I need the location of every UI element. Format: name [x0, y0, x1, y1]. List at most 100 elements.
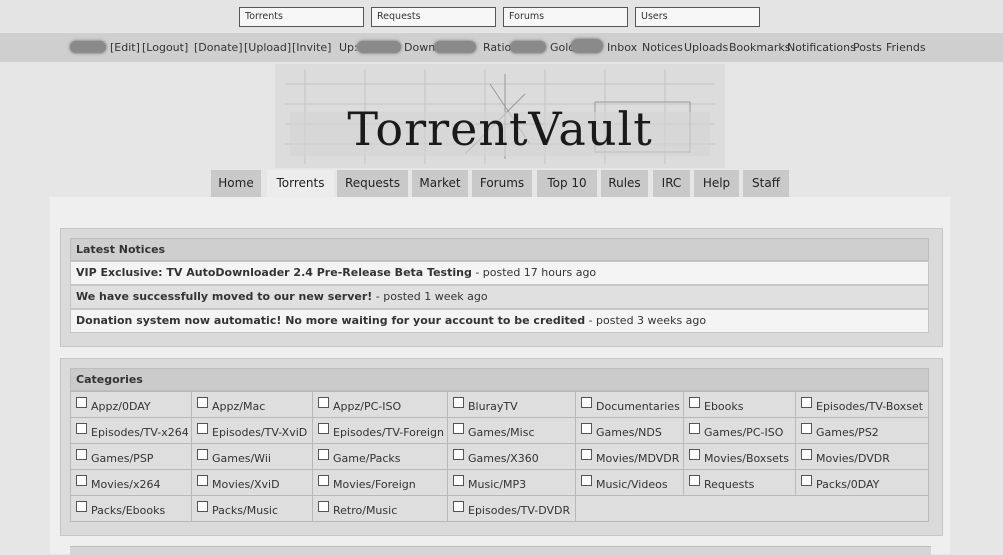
category-item[interactable]: Movies/DVDR — [796, 444, 929, 470]
category-item[interactable]: Games/PS2 — [796, 418, 929, 444]
category-item[interactable]: Appz/PC-ISO — [313, 392, 448, 418]
category-item[interactable]: Movies/Foreign — [313, 470, 448, 496]
category-item[interactable]: Episodes/TV-Foreign — [313, 418, 448, 444]
category-checkbox[interactable] — [76, 423, 87, 434]
category-checkbox[interactable] — [318, 449, 329, 460]
tab-top-10[interactable]: Top 10 — [537, 170, 597, 197]
tab-home[interactable]: Home — [211, 170, 261, 197]
category-checkbox[interactable] — [453, 397, 464, 408]
category-checkbox[interactable] — [76, 475, 87, 486]
category-item[interactable]: Games/PC-ISO — [684, 418, 796, 444]
category-item[interactable]: Games/PSP — [71, 444, 192, 470]
category-item[interactable]: Appz/0DAY — [71, 392, 192, 418]
notice-title[interactable]: We have successfully moved to our new se… — [76, 290, 372, 303]
bookmarks-link[interactable]: Bookmarks — [729, 41, 790, 54]
category-item[interactable]: Games/Wii — [192, 444, 313, 470]
tab-torrents[interactable]: Torrents — [267, 170, 334, 198]
category-item[interactable]: Episodes/TV-x264 — [71, 418, 192, 444]
category-item[interactable]: Packs/Music — [192, 496, 313, 522]
edit-link[interactable]: [Edit] — [110, 41, 140, 54]
category-item[interactable]: Episodes/TV-Boxset — [796, 392, 929, 418]
tab-staff[interactable]: Staff — [743, 170, 789, 197]
category-checkbox[interactable] — [801, 423, 812, 434]
category-item[interactable]: Retro/Music — [313, 496, 448, 522]
category-checkbox[interactable] — [581, 449, 592, 460]
category-checkbox[interactable] — [581, 423, 592, 434]
category-checkbox[interactable] — [581, 397, 592, 408]
tab-market[interactable]: Market — [412, 170, 468, 197]
upload-link[interactable]: [Upload] — [244, 41, 291, 54]
tab-requests[interactable]: Requests — [337, 170, 408, 197]
category-item[interactable]: Games/Misc — [448, 418, 576, 444]
category-checkbox[interactable] — [689, 475, 700, 486]
category-item[interactable]: Games/NDS — [576, 418, 684, 444]
search-requests-input[interactable]: Requests — [371, 7, 496, 27]
search-torrents-input[interactable]: Torrents — [239, 7, 364, 27]
notices-link[interactable]: Notices — [642, 41, 683, 54]
tab-help[interactable]: Help — [694, 170, 739, 197]
category-checkbox[interactable] — [453, 501, 464, 512]
notifications-link[interactable]: Notifications — [787, 41, 856, 54]
donate-link[interactable]: [Donate] — [194, 41, 243, 54]
category-item[interactable]: Ebooks — [684, 392, 796, 418]
category-checkbox[interactable] — [689, 449, 700, 460]
category-item[interactable]: Games/X360 — [448, 444, 576, 470]
category-checkbox[interactable] — [76, 397, 87, 408]
category-item[interactable]: Movies/XviD — [192, 470, 313, 496]
category-checkbox[interactable] — [76, 449, 87, 460]
search-users-input[interactable]: Users — [635, 7, 760, 27]
category-checkbox[interactable] — [318, 501, 329, 512]
tab-rules[interactable]: Rules — [601, 170, 648, 197]
category-item[interactable]: Game/Packs — [313, 444, 448, 470]
category-checkbox[interactable] — [801, 397, 812, 408]
category-checkbox[interactable] — [197, 501, 208, 512]
category-checkbox[interactable] — [453, 449, 464, 460]
category-item[interactable]: Movies/MDVDR — [576, 444, 684, 470]
notices-heading: Latest Notices — [70, 238, 929, 261]
notice-item[interactable]: We have successfully moved to our new se… — [70, 285, 929, 309]
category-checkbox[interactable] — [318, 423, 329, 434]
category-checkbox[interactable] — [318, 397, 329, 408]
invite-link[interactable]: [Invite] — [292, 41, 331, 54]
category-checkbox[interactable] — [453, 475, 464, 486]
category-checkbox[interactable] — [689, 397, 700, 408]
category-checkbox[interactable] — [76, 501, 87, 512]
search-forums-input[interactable]: Forums — [503, 7, 628, 27]
category-item[interactable]: Documentaries — [576, 392, 684, 418]
category-item[interactable]: Requests — [684, 470, 796, 496]
notice-item[interactable]: VIP Exclusive: TV AutoDownloader 2.4 Pre… — [70, 261, 929, 285]
category-item[interactable]: Episodes/TV-DVDR — [448, 496, 576, 522]
category-checkbox[interactable] — [689, 423, 700, 434]
friends-link[interactable]: Friends — [886, 41, 926, 54]
inbox-link[interactable]: Inbox — [607, 41, 637, 54]
category-item[interactable]: Appz/Mac — [192, 392, 313, 418]
category-checkbox[interactable] — [581, 475, 592, 486]
notice-title[interactable]: Donation system now automatic! No more w… — [76, 314, 585, 327]
category-checkbox[interactable] — [197, 475, 208, 486]
category-checkbox[interactable] — [197, 397, 208, 408]
category-checkbox[interactable] — [318, 475, 329, 486]
category-item[interactable]: Packs/0DAY — [796, 470, 929, 496]
notice-posted-time: - posted 17 hours ago — [471, 266, 597, 279]
notice-title[interactable]: VIP Exclusive: TV AutoDownloader 2.4 Pre… — [76, 266, 472, 279]
category-item[interactable]: Packs/Ebooks — [71, 496, 192, 522]
category-item[interactable]: BlurayTV — [448, 392, 576, 418]
site-logo[interactable]: TorrentVault — [275, 64, 725, 168]
category-checkbox[interactable] — [197, 423, 208, 434]
tab-forums[interactable]: Forums — [472, 170, 532, 197]
category-checkbox[interactable] — [197, 449, 208, 460]
logout-link[interactable]: [Logout] — [142, 41, 188, 54]
category-checkbox[interactable] — [453, 423, 464, 434]
uploads-link[interactable]: Uploads — [684, 41, 728, 54]
category-item[interactable]: Episodes/TV-XviD — [192, 418, 313, 444]
category-item[interactable]: Movies/Boxsets — [684, 444, 796, 470]
category-item[interactable]: Music/Videos — [576, 470, 684, 496]
notice-item[interactable]: Donation system now automatic! No more w… — [70, 309, 929, 333]
category-item[interactable]: Movies/x264 — [71, 470, 192, 496]
tab-irc[interactable]: IRC — [653, 170, 690, 197]
posts-link[interactable]: Posts — [853, 41, 882, 54]
category-label: Game/Packs — [333, 452, 401, 465]
category-checkbox[interactable] — [801, 475, 812, 486]
category-checkbox[interactable] — [801, 449, 812, 460]
category-item[interactable]: Music/MP3 — [448, 470, 576, 496]
